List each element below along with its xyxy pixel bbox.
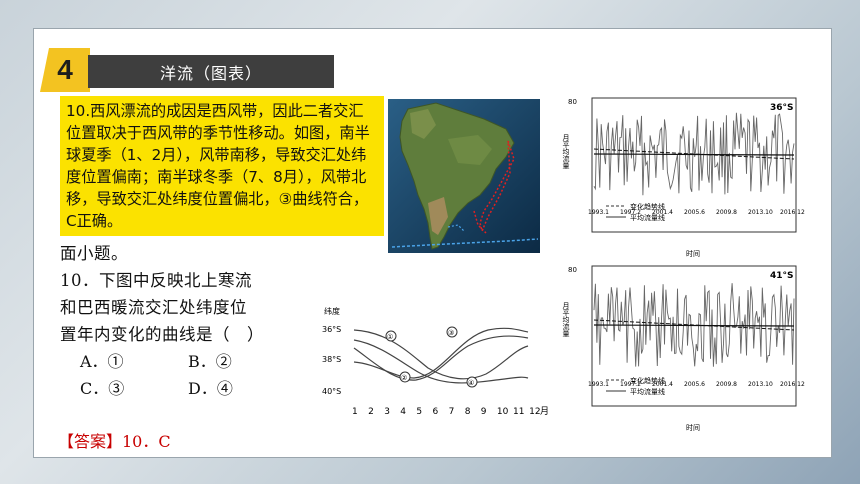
curve-label-2: ② [401, 374, 407, 382]
flow-bot-ylabel: 月平均流量 [562, 302, 570, 337]
flow-bot-axis-max: 80 [568, 266, 577, 274]
time-tick: 1997.2 [620, 381, 641, 388]
time-tick: 2016.12 [780, 209, 805, 216]
time-tick: 2001.4 [652, 381, 673, 388]
flow-top-xlabel: 时间 [686, 249, 700, 258]
time-tick: 1993.1 [588, 209, 609, 216]
curve-2 [353, 335, 529, 381]
question-block: 面小题。 10．下图中反映北上寒流 和巴西暖流交汇处纬度位 置年内变化的曲线是（… [60, 240, 330, 402]
map-graphic [388, 99, 540, 253]
month-tick: 11 [513, 407, 524, 417]
option-b[interactable]: B．② [188, 348, 296, 375]
month-tick: 7 [449, 407, 455, 417]
question-intro-tail: 面小题。 [60, 244, 128, 263]
time-tick: 2005.6 [684, 209, 705, 216]
flow-chart-41S: 80 41°S 月平均流量 变化趋势线 平均流量线 1993.1 1997.2 20… [562, 262, 808, 434]
flow-top-ylabel: 月平均流量 [562, 134, 570, 169]
question-line-3: 置年内变化的曲线是（ ） [60, 325, 264, 344]
curve-label-4: ④ [468, 379, 474, 387]
flow-top-label: 36°S [770, 103, 794, 113]
time-tick: 2001.4 [652, 209, 673, 216]
time-tick: 1997.2 [620, 209, 641, 216]
time-tick: 2005.6 [684, 381, 705, 388]
option-d[interactable]: D．④ [188, 375, 296, 402]
option-c[interactable]: C．③ [80, 375, 188, 402]
time-tick: 2009.8 [716, 209, 737, 216]
xaxis-unit: 月 [540, 406, 549, 417]
curve-1 [353, 329, 529, 380]
options-row-1: A．① B．② [60, 348, 330, 375]
curve-label-3: ③ [448, 329, 454, 337]
option-a[interactable]: A．① [80, 348, 188, 375]
month-tick: 12 [529, 407, 540, 417]
latitude-axis-label: 纬度 [324, 306, 340, 316]
time-tick: 2016.12 [780, 381, 805, 388]
south-america-map [388, 99, 540, 253]
question-line-2: 和巴西暖流交汇处纬度位 [60, 298, 247, 317]
flow-top-axis-max: 80 [568, 98, 577, 106]
time-tick: 1993.1 [588, 381, 609, 388]
flow-bot-legend-mean: 平均流量线 [630, 387, 665, 396]
month-tick: 4 [400, 407, 406, 417]
time-tick: 2009.8 [716, 381, 737, 388]
latitude-chart: 纬度 36°S 38°S 40°S ① ② ③ ④ 1 2 3 4 5 6 7 8 9 10 11 1… [318, 302, 558, 420]
answer-text: 【答案】10．C [58, 432, 171, 451]
ytick-38: 38°S [322, 355, 341, 364]
explanation-box: 10.西风漂流的成因是西风带，因此二者交汇位置取决于西风带的季节性移动。如图，南… [60, 96, 384, 236]
month-tick: 10 [497, 407, 509, 417]
month-tick: 6 [433, 407, 439, 417]
month-tick: 1 [352, 407, 358, 417]
mean-flow-line [593, 324, 795, 327]
month-tick: 2 [368, 407, 374, 417]
flow-bot-xlabel: 时间 [686, 423, 700, 432]
curve-4 [353, 339, 529, 384]
section-title: 洋流（图表） [88, 55, 334, 88]
month-tick: 5 [416, 407, 422, 417]
month-tick: 3 [384, 407, 390, 417]
options-row-2: C．③ D．④ [60, 375, 330, 402]
ytick-40: 40°S [322, 387, 341, 396]
question-line-1: 10．下图中反映北上寒流 [60, 271, 252, 290]
time-tick: 2013.10 [748, 209, 773, 216]
curve-label-1: ① [387, 333, 393, 341]
flow-bot-label: 41°S [770, 271, 794, 281]
month-tick: 8 [465, 407, 471, 417]
month-tick: 9 [481, 407, 487, 417]
time-tick: 2013.10 [748, 381, 773, 388]
flow-chart-36S: 80 36°S 月平均流量 变化趋势线 平均流量线 1993.1 1997.2 20… [562, 94, 808, 258]
ytick-36: 36°S [322, 325, 341, 334]
